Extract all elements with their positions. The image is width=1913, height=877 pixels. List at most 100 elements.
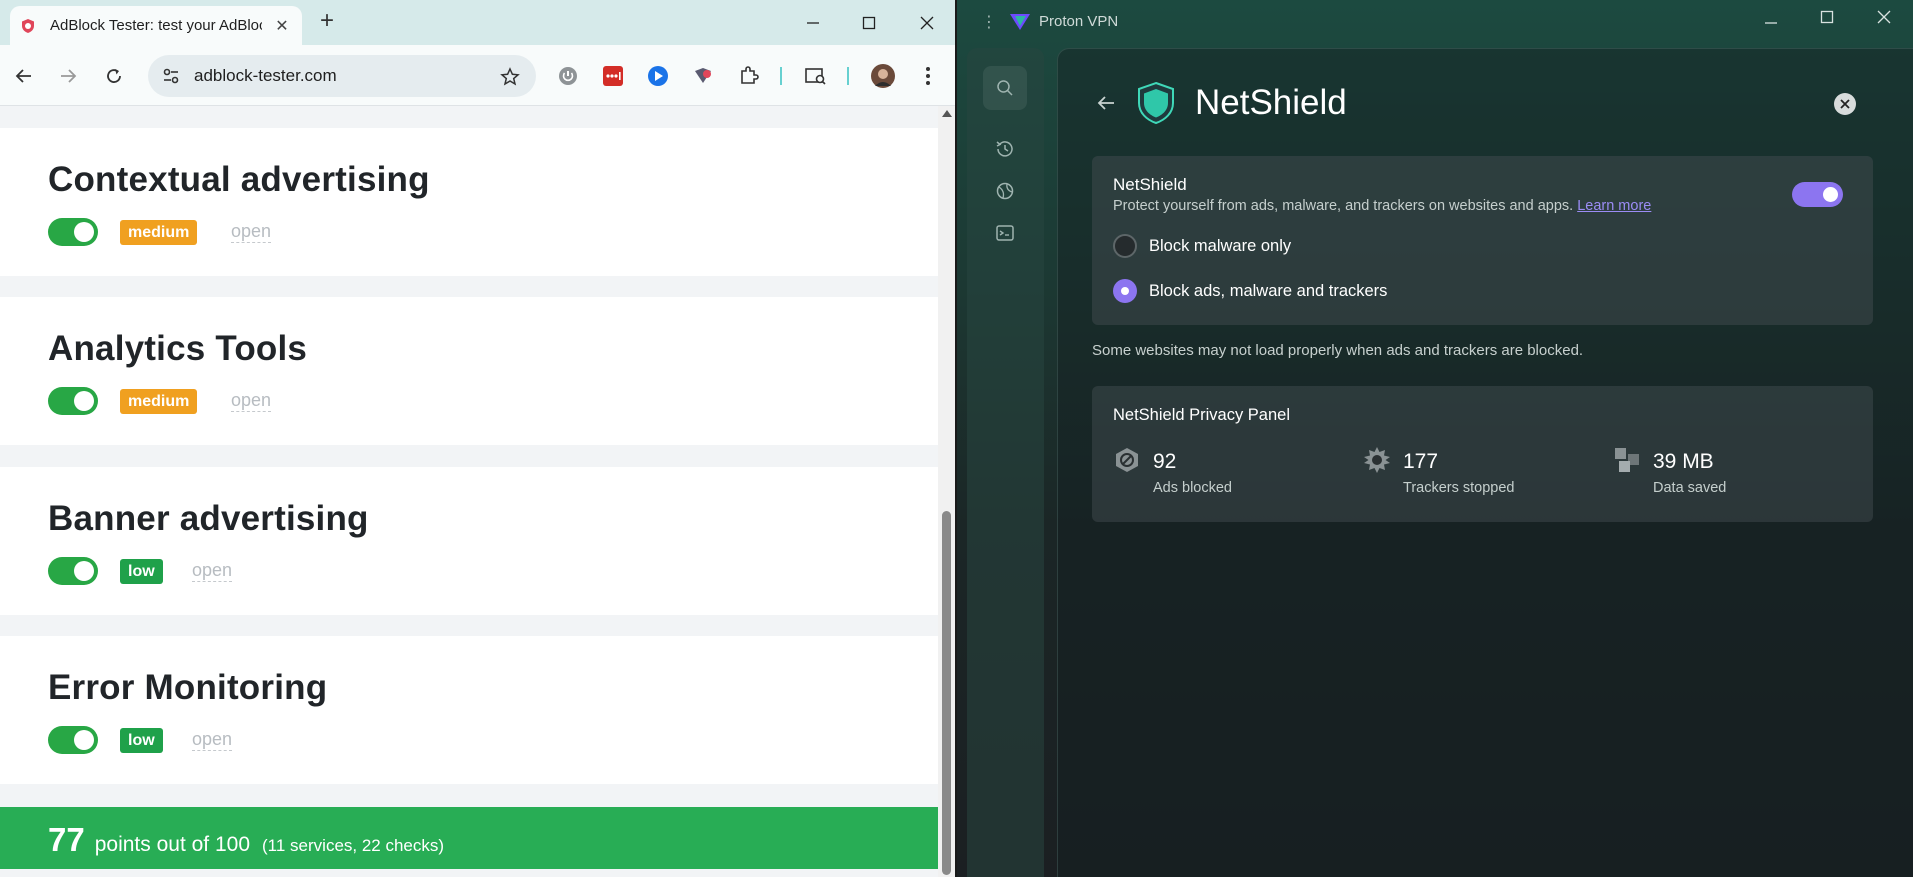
netshield-logo-icon xyxy=(1138,81,1174,125)
vpn-maximize-button[interactable] xyxy=(1799,2,1855,32)
reload-button[interactable] xyxy=(100,62,128,90)
vpn-titlebar: ⋮ Proton VPN xyxy=(957,0,1913,44)
score-text: points out of 100 xyxy=(94,833,251,856)
stat-value: 92 xyxy=(1153,450,1177,473)
reload-icon xyxy=(107,69,121,83)
level-badge: low xyxy=(120,559,163,584)
ext-power-icon[interactable] xyxy=(556,64,580,88)
tab-search-icon[interactable] xyxy=(804,64,828,88)
radio-button[interactable] xyxy=(1113,234,1137,258)
url-text: adblock-tester.com xyxy=(194,66,337,85)
option-label: Block malware only xyxy=(1149,236,1292,255)
level-badge: medium xyxy=(120,220,198,245)
forward-icon xyxy=(61,69,77,83)
service-toggle[interactable] xyxy=(48,557,98,585)
minimize-icon xyxy=(1765,22,1777,24)
vpn-minimize-button[interactable] xyxy=(1743,2,1799,32)
panel-title: NetShield xyxy=(1195,83,1347,122)
toolbar-separator xyxy=(847,67,849,85)
site-settings-icon[interactable] xyxy=(162,67,180,85)
netshield-note: Some websites may not load properly when… xyxy=(1092,342,1584,359)
profile-avatar[interactable] xyxy=(871,64,895,88)
maximize-button[interactable] xyxy=(841,0,897,45)
level-badge: medium xyxy=(120,389,198,414)
app-menu-icon[interactable]: ⋮ xyxy=(981,12,997,32)
open-link[interactable]: open xyxy=(231,389,272,412)
scroll-thumb[interactable] xyxy=(942,511,951,875)
bookmark-star-icon[interactable] xyxy=(500,67,520,87)
scroll-up-arrow-icon[interactable] xyxy=(942,110,952,117)
open-link[interactable]: open xyxy=(192,728,233,751)
ext-privacy-icon[interactable] xyxy=(691,64,715,88)
tracker-icon xyxy=(1364,447,1390,473)
service-card: Analytics Tools medium open xyxy=(0,297,938,445)
netshield-toggle[interactable] xyxy=(1792,182,1843,207)
vpn-sidebar xyxy=(967,48,1044,877)
panel-close-button[interactable] xyxy=(1834,93,1856,115)
netshield-name: NetShield xyxy=(1113,175,1187,194)
address-bar[interactable]: adblock-tester.com xyxy=(148,55,536,97)
extensions-puzzle-icon[interactable] xyxy=(737,64,761,88)
netshield-panel: NetShield NetShield Protect yourself fro… xyxy=(1057,48,1913,877)
terminal-button[interactable] xyxy=(990,218,1020,248)
forward-button[interactable] xyxy=(54,62,82,90)
toolbar-separator xyxy=(780,67,782,85)
netshield-description-text: Protect yourself from ads, malware, and … xyxy=(1113,198,1574,214)
stat-value: 177 xyxy=(1403,450,1439,473)
browser-tab[interactable]: AdBlock Tester: test your AdBlock ✕ xyxy=(10,6,302,45)
menu-kebab-icon[interactable] xyxy=(916,64,940,88)
stat-ads-blocked: 92 Ads blocked xyxy=(1113,446,1333,506)
privacy-panel-title: NetShield Privacy Panel xyxy=(1113,406,1291,424)
netshield-settings-box: NetShield Protect yourself from ads, mal… xyxy=(1092,156,1873,325)
back-arrow-icon[interactable] xyxy=(1094,91,1118,115)
stat-label: Trackers stopped xyxy=(1403,480,1515,496)
stat-data-saved: 39 MB Data saved xyxy=(1613,446,1833,506)
netshield-description: Protect yourself from ads, malware, and … xyxy=(1113,198,1651,214)
service-toggle[interactable] xyxy=(48,387,98,415)
terminal-icon xyxy=(996,225,1014,241)
open-link[interactable]: open xyxy=(192,559,233,582)
globe-icon xyxy=(996,182,1014,200)
tab-close-icon[interactable]: ✕ xyxy=(272,16,292,36)
back-button[interactable] xyxy=(10,62,38,90)
stat-trackers-stopped: 177 Trackers stopped xyxy=(1363,446,1583,506)
ext-lastpass-icon[interactable] xyxy=(601,64,625,88)
option-block-all[interactable]: Block ads, malware and trackers xyxy=(1113,279,1387,303)
stat-value: 39 MB xyxy=(1653,450,1714,473)
history-button[interactable] xyxy=(990,134,1020,164)
close-icon xyxy=(920,16,934,29)
score-points: 77 xyxy=(48,821,85,858)
maximize-icon xyxy=(1820,10,1834,24)
vpn-close-button[interactable] xyxy=(1856,2,1912,32)
ad-block-icon xyxy=(1116,448,1138,472)
service-toggle[interactable] xyxy=(48,218,98,246)
maximize-icon xyxy=(862,16,876,29)
option-block-malware[interactable]: Block malware only xyxy=(1113,234,1291,258)
vpn-window: ⋮ Proton VPN NetShield NetShield Protect… xyxy=(957,0,1913,877)
card-title: Contextual advertising xyxy=(48,160,430,199)
shield-icon xyxy=(22,18,34,33)
service-card: Banner advertising low open xyxy=(0,467,938,615)
service-card: Error Monitoring low open xyxy=(0,636,938,784)
radio-button-selected[interactable] xyxy=(1113,279,1137,303)
ext-messenger-icon[interactable] xyxy=(646,64,670,88)
proton-logo xyxy=(1010,14,1030,30)
learn-more-link[interactable]: Learn more xyxy=(1577,198,1651,214)
search-icon xyxy=(997,80,1013,96)
new-tab-button[interactable]: + xyxy=(315,9,339,34)
history-icon xyxy=(996,141,1013,157)
close-icon xyxy=(1840,99,1850,109)
service-toggle[interactable] xyxy=(48,726,98,754)
service-card: Contextual advertising medium open xyxy=(0,128,938,276)
open-link[interactable]: open xyxy=(231,220,272,243)
page-scrollbar[interactable] xyxy=(938,106,955,877)
minimize-icon xyxy=(807,21,819,24)
minimize-button[interactable] xyxy=(785,0,841,45)
card-title: Analytics Tools xyxy=(48,329,308,368)
search-button[interactable] xyxy=(983,66,1027,110)
globe-button[interactable] xyxy=(990,176,1020,206)
privacy-panel-box: NetShield Privacy Panel 92 Ads blocked 1… xyxy=(1092,386,1873,522)
back-icon xyxy=(15,69,31,83)
close-window-button[interactable] xyxy=(899,0,955,45)
data-icon xyxy=(1615,448,1639,472)
